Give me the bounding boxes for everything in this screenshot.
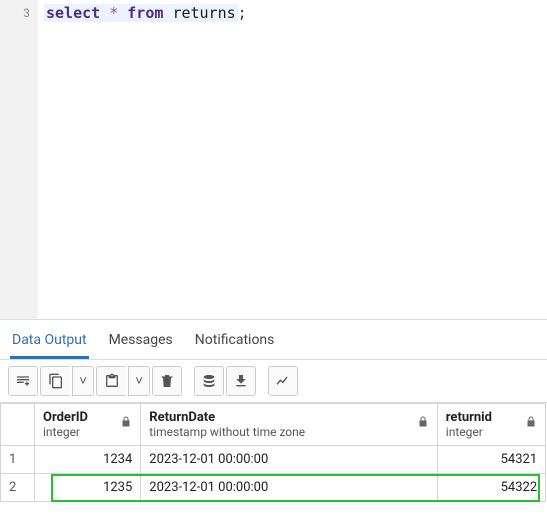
header-row: OrderID integer ReturnDate timestamp wit… bbox=[1, 404, 547, 446]
lock-icon bbox=[417, 416, 429, 432]
download-button[interactable] bbox=[226, 366, 256, 396]
column-type: timestamp without time zone bbox=[149, 425, 429, 439]
lock-icon bbox=[525, 416, 537, 432]
lock-icon bbox=[120, 416, 132, 432]
chart-line-icon bbox=[275, 373, 291, 389]
cell[interactable]: 54321 bbox=[437, 446, 545, 474]
sql-star: * bbox=[109, 4, 118, 22]
sql-editor[interactable]: 3 select * from returns; bbox=[0, 0, 547, 320]
column-header[interactable]: ReturnDate timestamp without time zone bbox=[141, 404, 438, 446]
chart-button[interactable] bbox=[268, 366, 298, 396]
column-header[interactable]: OrderID integer bbox=[35, 404, 141, 446]
add-row-icon bbox=[15, 373, 31, 389]
table-row[interactable]: 112342023-12-01 00:00:0054321 bbox=[1, 446, 547, 474]
column-header[interactable]: returnid integer bbox=[437, 404, 545, 446]
save-data-button[interactable] bbox=[194, 366, 224, 396]
cell[interactable]: 1234 bbox=[35, 446, 141, 474]
copy-menu-button[interactable]: ˅ bbox=[72, 366, 94, 396]
column-name: returnid bbox=[446, 410, 537, 425]
delete-button[interactable] bbox=[152, 366, 182, 396]
output-tabs: Data Output Messages Notifications bbox=[0, 320, 547, 359]
trash-icon bbox=[159, 373, 175, 389]
column-type: integer bbox=[43, 425, 132, 439]
row-number: 1 bbox=[1, 446, 35, 474]
download-icon bbox=[233, 373, 249, 389]
cell[interactable]: 2023-12-01 00:00:00 bbox=[141, 446, 438, 474]
line-number: 3 bbox=[23, 6, 30, 20]
tab-notifications[interactable]: Notifications bbox=[193, 328, 277, 359]
sql-code-area[interactable]: select * from returns; bbox=[38, 0, 547, 319]
add-row-button[interactable] bbox=[8, 366, 38, 396]
copy-icon bbox=[48, 373, 64, 389]
sql-identifier-table: returns bbox=[172, 4, 235, 22]
sql-semicolon: ; bbox=[238, 4, 247, 22]
results-toolbar: ˅ ˅ bbox=[0, 359, 547, 403]
clipboard-icon bbox=[104, 373, 120, 389]
results-grid-wrap: OrderID integer ReturnDate timestamp wit… bbox=[0, 403, 547, 502]
column-name: OrderID bbox=[43, 410, 132, 425]
tab-messages[interactable]: Messages bbox=[107, 328, 175, 359]
cell[interactable]: 54322 bbox=[437, 474, 545, 502]
cell[interactable]: 2023-12-01 00:00:00 bbox=[141, 474, 438, 502]
paste-menu-button[interactable]: ˅ bbox=[128, 366, 150, 396]
table-row[interactable]: 212352023-12-01 00:00:0054322 bbox=[1, 474, 547, 502]
rownum-header bbox=[1, 404, 35, 446]
sql-keyword-from: from bbox=[127, 4, 163, 22]
copy-button[interactable] bbox=[40, 366, 70, 396]
chevron-down-icon: ˅ bbox=[135, 373, 143, 389]
cell[interactable]: 1235 bbox=[35, 474, 141, 502]
results-grid[interactable]: OrderID integer ReturnDate timestamp wit… bbox=[0, 403, 547, 502]
tab-data-output[interactable]: Data Output bbox=[10, 328, 89, 359]
chevron-down-icon: ˅ bbox=[79, 373, 87, 389]
column-name: ReturnDate bbox=[149, 410, 429, 425]
paste-button[interactable] bbox=[96, 366, 126, 396]
database-save-icon bbox=[201, 373, 217, 389]
sql-keyword-select: select bbox=[46, 4, 100, 22]
column-type: integer bbox=[446, 425, 537, 439]
row-number: 2 bbox=[1, 474, 35, 502]
line-number-gutter: 3 bbox=[0, 0, 38, 319]
